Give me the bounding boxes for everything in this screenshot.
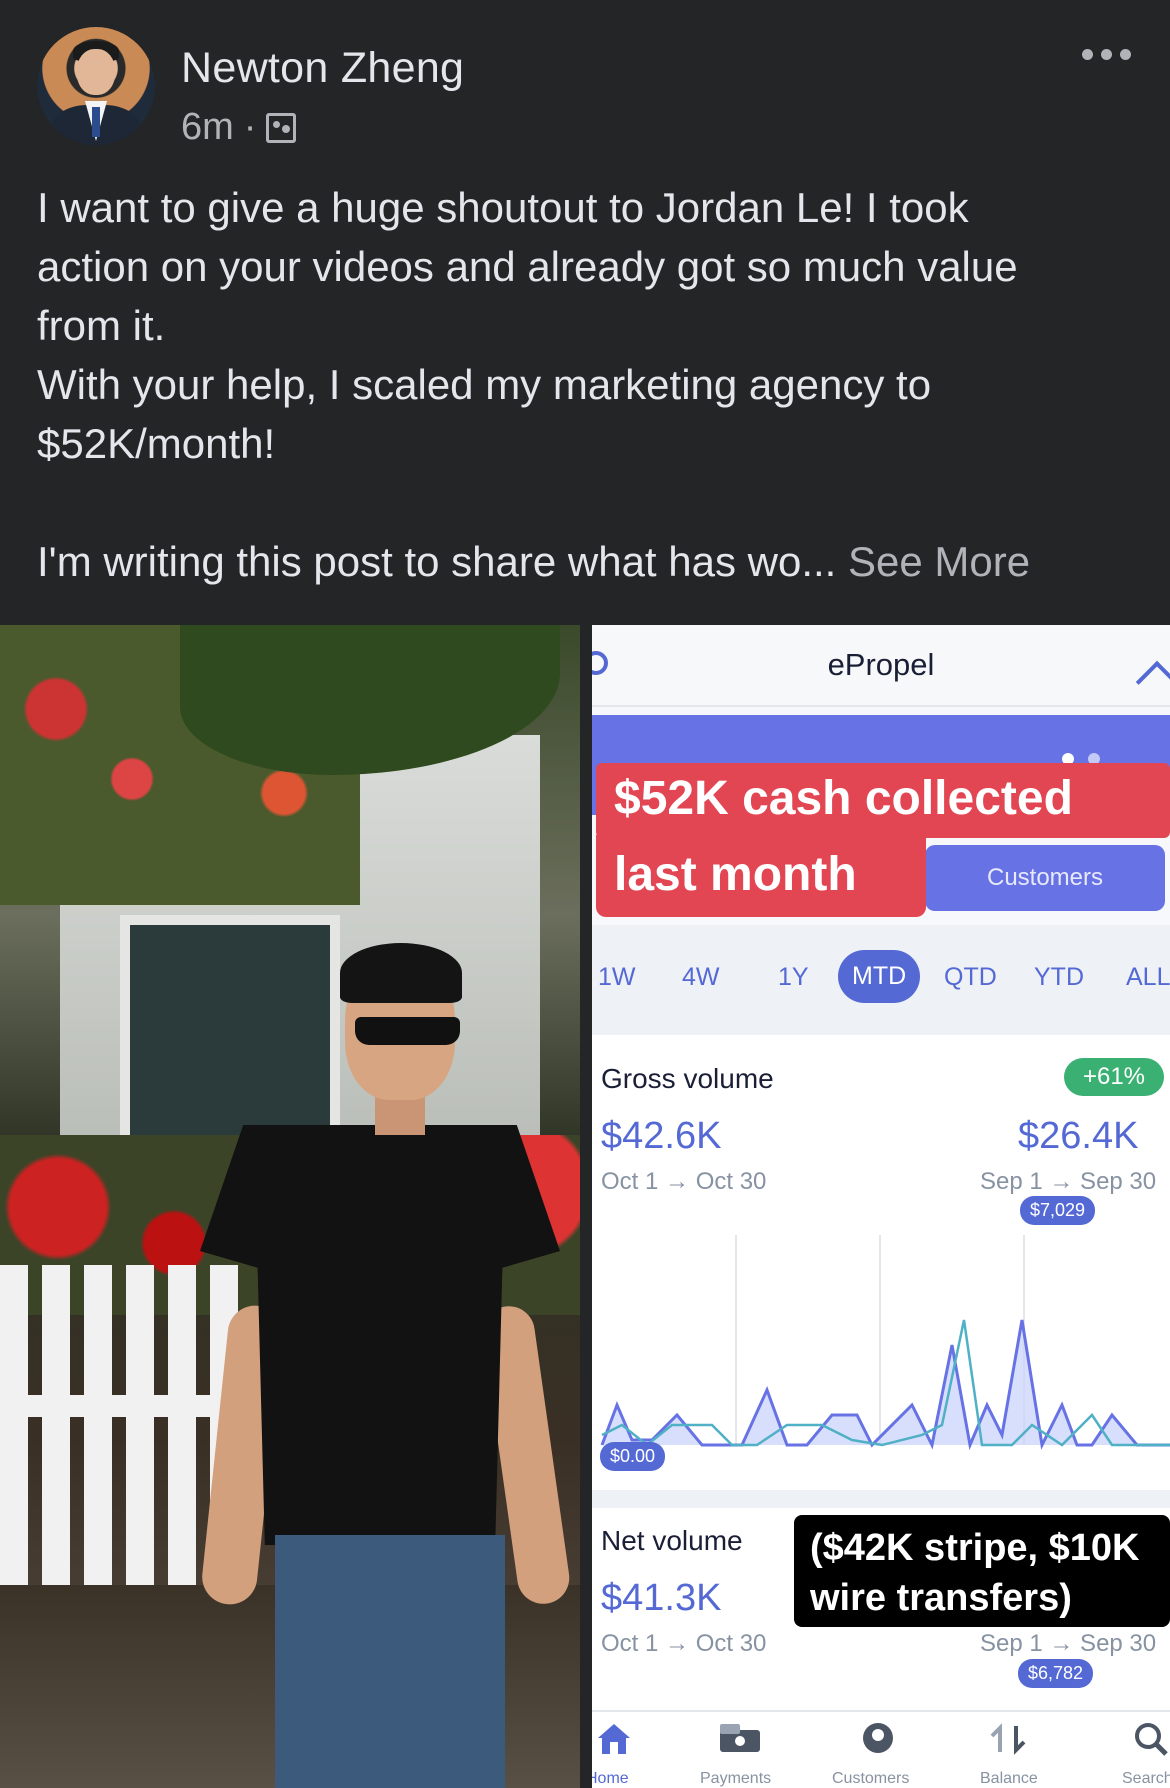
growth-badge: +61%: [1064, 1058, 1164, 1096]
customers-icon[interactable]: [858, 1722, 898, 1756]
post-line-last: I'm writing this post to share what has …: [37, 538, 1031, 585]
tab-home[interactable]: Home: [592, 1770, 629, 1788]
post-body: I want to give a huge shoutout to Jordan…: [37, 178, 1147, 591]
gross-date-range: Oct 1 → Oct 30: [601, 1168, 767, 1195]
net-volume-label: Net volume: [601, 1525, 743, 1556]
gross-volume-label: Gross volume: [601, 1063, 774, 1094]
peak-label: $7,029: [1020, 1196, 1096, 1225]
app-title: ePropel: [827, 647, 935, 682]
net-compare-range: Sep 1 → Sep 30: [980, 1630, 1157, 1657]
net-peak-label: $6,782: [1018, 1659, 1094, 1688]
range-1y[interactable]: 1Y: [778, 963, 809, 992]
caption-black-text: ($42K stripe, $10K wire transfers): [810, 1527, 1140, 1619]
range-ytd[interactable]: YTD: [1034, 963, 1084, 992]
zero-label: $0.00: [600, 1442, 666, 1471]
more-options-icon[interactable]: [1082, 42, 1137, 66]
range-all[interactable]: ALL: [1126, 963, 1170, 992]
gross-volume-value: $42.6K: [601, 1115, 722, 1157]
tab-balance[interactable]: Balance: [980, 1770, 1038, 1788]
author-name[interactable]: Newton Zheng: [181, 44, 464, 93]
gross-compare-value: $26.4K: [1018, 1115, 1139, 1157]
payments-icon[interactable]: [718, 1722, 762, 1754]
range-1w[interactable]: 1W: [598, 963, 636, 992]
net-volume-value: $41.3K: [601, 1577, 722, 1619]
meta-separator: ·: [243, 106, 257, 148]
customers-tab[interactable]: Customers: [925, 845, 1165, 911]
range-qtd[interactable]: QTD: [944, 963, 997, 992]
audience-icon[interactable]: [266, 112, 297, 143]
image-divider: [580, 625, 592, 1788]
post-time[interactable]: 6m: [181, 106, 234, 149]
post-line: With your help, I scaled my marketing ag…: [37, 361, 932, 408]
range-4w[interactable]: 4W: [682, 963, 720, 992]
post-line: I want to give a huge shoutout to Jordan…: [37, 184, 969, 231]
tab-search[interactable]: Search: [1122, 1770, 1170, 1788]
gross-volume-chart[interactable]: [592, 1225, 1170, 1465]
caption-red-line2: last month: [614, 848, 857, 901]
post-line: $52K/month!: [37, 420, 276, 467]
post-line: from it.: [37, 302, 166, 349]
post-meta: 6m ·: [181, 106, 297, 149]
tab-customers[interactable]: Customers: [832, 1770, 909, 1788]
post-line: [37, 473, 1147, 532]
tab-payments[interactable]: Payments: [700, 1770, 771, 1788]
caption-red-line1: $52K cash collected: [614, 772, 1073, 825]
see-more-link[interactable]: See More: [848, 538, 1030, 585]
gross-compare-range: Sep 1 → Sep 30: [980, 1168, 1157, 1195]
post-photo[interactable]: [0, 625, 580, 1788]
search-icon[interactable]: [1132, 1722, 1170, 1758]
author-avatar[interactable]: [37, 27, 155, 145]
balance-icon[interactable]: [988, 1722, 1028, 1756]
app-topbar: ePropel: [592, 625, 1170, 707]
home-icon[interactable]: [596, 1722, 632, 1756]
net-date-range: Oct 1 → Oct 30: [601, 1630, 767, 1657]
post-line: action on your videos and already got so…: [37, 243, 1018, 290]
dashboard-screenshot[interactable]: ePropel Customers $52K cash collected la…: [592, 625, 1170, 1788]
range-mtd[interactable]: MTD: [838, 950, 921, 1003]
post-header: Newton Zheng 6m ·: [0, 0, 1170, 180]
